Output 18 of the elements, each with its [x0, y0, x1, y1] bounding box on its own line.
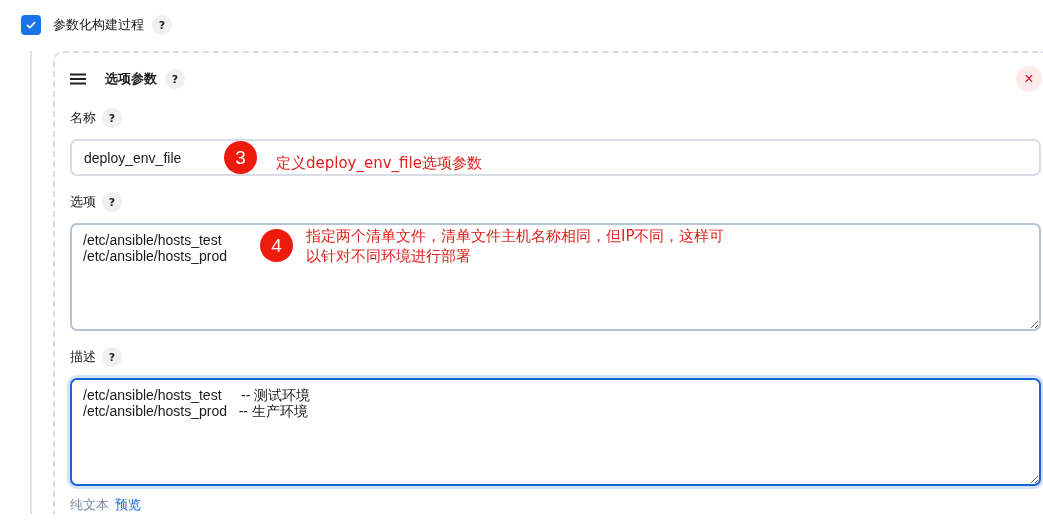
format-link[interactable]: 纯文本	[70, 496, 109, 514]
checkbox[interactable]	[21, 15, 41, 35]
annotation-text: 定义deploy_env_file选项参数	[276, 153, 482, 173]
field-label: 描述	[70, 348, 96, 366]
checkbox-label: 参数化构建过程	[53, 16, 144, 34]
help-button[interactable]: ?	[102, 347, 122, 367]
help-button[interactable]: ?	[165, 69, 185, 89]
field-label: 名称	[70, 109, 96, 127]
parameter-title: 选项参数	[105, 70, 157, 88]
format-link[interactable]: 预览	[115, 496, 141, 514]
help-button[interactable]: ?	[102, 192, 122, 212]
drag-handle-icon[interactable]	[70, 73, 86, 85]
help-button[interactable]: ?	[152, 15, 172, 35]
text-area[interactable]: /etc/ansible/hosts_test -- 测试环境 /etc/ansible/hosts_prod -- 生产环境	[70, 378, 1041, 486]
close-button[interactable]: ×	[1016, 66, 1042, 92]
help-button[interactable]: ?	[102, 108, 122, 128]
field-label: 选项	[70, 193, 96, 211]
annotation-text: 指定两个清单文件，清单文件主机名称相同，但IP不同，这样可以针对不同环境进行部署	[306, 226, 726, 266]
